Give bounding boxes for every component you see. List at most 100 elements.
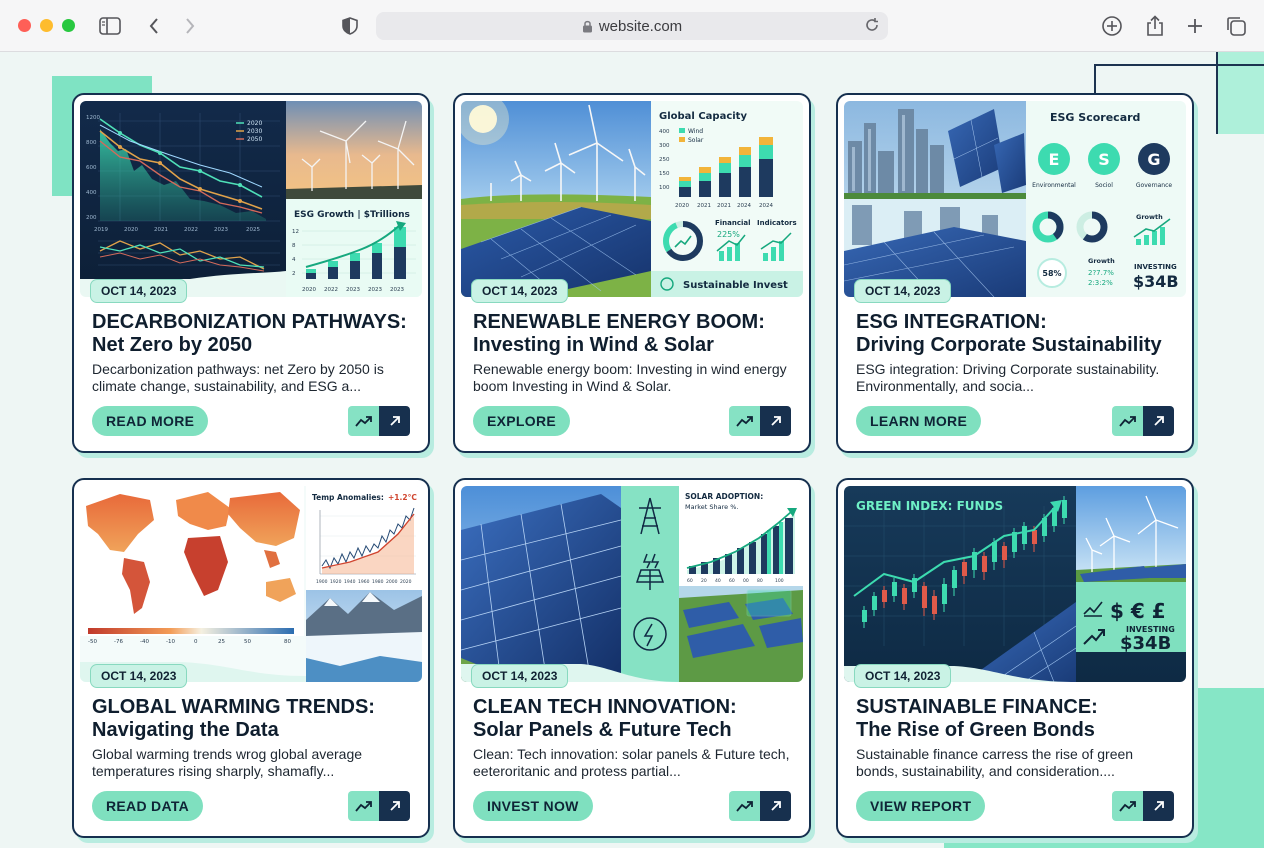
title-line: ESG INTEGRATION: [856,311,1047,333]
trending-up-icon[interactable] [1112,791,1143,821]
indicator-value: 225% [717,230,740,239]
card-title[interactable]: ESG INTEGRATION: Driving Corporate Susta… [856,311,1186,357]
axis-tick: 2000 [386,579,398,585]
svg-text:300: 300 [659,143,670,149]
svg-text:2: 2 [292,271,296,277]
card-image: 2020 2030 2050 1200 800 600 400 200 2019 202… [80,101,422,297]
card-image: -50 -76 -40 -10 0 25 50 80 Temp Anomalie… [80,486,422,682]
svg-text:1200: 1200 [86,115,100,121]
trending-up-icon[interactable] [729,406,760,436]
card-excerpt: ESG integration: Driving Corporate susta… [856,361,1160,394]
panel-footer: Sustainable Invest [683,280,788,291]
external-link-icon[interactable] [1143,791,1174,821]
date-badge: OCT 14, 2023 [471,664,569,688]
chart-title: GREEN INDEX: FUNDS [856,499,1003,513]
axis-tick: 2023 [346,287,360,293]
trending-up-icon[interactable] [729,791,760,821]
panel-title: ESG Scorecard [1050,111,1140,124]
svg-text:200: 200 [86,215,97,221]
reload-icon[interactable] [864,17,880,37]
svg-text:250: 250 [659,157,670,163]
esg-label: Environmental [1032,182,1076,189]
read-data-button[interactable]: READ DATA [92,791,204,821]
title-line: Navigating the Data [92,719,279,741]
explore-button[interactable]: EXPLORE [473,406,571,436]
axis-tick: 2025 [246,227,260,233]
shield-icon[interactable] [338,14,362,38]
card-excerpt: Clean: Tech innovation: solar panels & F… [473,746,790,779]
external-link-icon[interactable] [379,406,410,436]
article-card[interactable]: 2020 2030 2050 1200 800 600 400 200 2019 202… [72,93,430,453]
card-actions [348,791,410,821]
title-line: The Rise of Green Bonds [856,719,1095,741]
investing-amount: $34B [1120,633,1171,654]
external-link-icon[interactable] [760,791,791,821]
view-report-button[interactable]: VIEW REPORT [856,791,986,821]
invest-now-button[interactable]: INVEST NOW [473,791,593,821]
download-icon[interactable] [1100,14,1124,38]
card-excerpt: Renewable energy boom: Investing in wind… [473,361,787,394]
new-tab-icon[interactable] [1183,14,1207,38]
axis-tick: 2022 [324,287,338,293]
url-text: website.com [598,17,683,35]
card-actions [1112,791,1174,821]
date-badge: OCT 14, 2023 [90,664,188,688]
learn-more-button[interactable]: LEARN MORE [856,406,982,436]
axis-tick: 2024 [759,203,773,209]
card-title[interactable]: CLEAN TECH INNOVATION: Solar Panels & Fu… [473,696,803,742]
external-link-icon[interactable] [1143,406,1174,436]
trending-up-icon[interactable] [348,791,379,821]
axis-tick: 100 [775,578,784,584]
axis-tick: 20 [701,578,707,584]
share-icon[interactable] [1143,14,1167,38]
title-line: Solar Panels & Future Tech [473,719,732,741]
maximize-window-button[interactable] [62,19,75,32]
title-line: RENEWABLE ENERGY BOOM: [473,311,765,333]
chart-title: SOLAR ADOPTION: [685,492,763,501]
card-actions [729,791,791,821]
minimize-window-button[interactable] [40,19,53,32]
article-card[interactable]: GREEN INDEX: FUNDS $ € £ INVESTING $34B … [836,478,1194,838]
close-window-button[interactable] [18,19,31,32]
scale-tick: -76 [114,639,123,645]
title-line: Net Zero by 2050 [92,334,253,356]
scale-tick: 0 [194,639,198,645]
article-card[interactable]: ESG Scorecard E S G Environmental Sociol… [836,93,1194,453]
sidebar-icon[interactable] [98,14,122,38]
esg-letter: S [1098,150,1110,169]
legend-label: 2050 [247,136,262,143]
tabs-icon[interactable] [1224,14,1248,38]
article-card[interactable]: SOLAR ADOPTION: Market Share %. 60 20 40… [453,478,811,838]
article-card[interactable]: Global Capacity Wind Solar 400 300 250 150 1… [453,93,811,453]
external-link-icon[interactable] [379,791,410,821]
card-title[interactable]: DECARBONIZATION PATHWAYS: Net Zero by 20… [92,311,422,357]
back-icon[interactable] [142,14,166,38]
card-title[interactable]: RENEWABLE ENERGY BOOM: Investing in Wind… [473,311,803,357]
card-title[interactable]: SUSTAINABLE FINANCE: The Rise of Green B… [856,696,1186,742]
axis-tick: 1900 [316,579,328,585]
read-more-button[interactable]: READ MORE [92,406,209,436]
scale-tick: 80 [284,639,291,645]
axis-tick: 2020 [400,579,412,585]
address-bar[interactable]: website.com [376,12,888,40]
axis-tick: 2020 [302,287,316,293]
svg-text:800: 800 [86,140,97,146]
growth-label: Growth [1088,257,1115,265]
title-line: CLEAN TECH INNOVATION: [473,696,737,718]
axis-tick: 2019 [94,227,108,233]
axis-tick: 2020 [124,227,138,233]
axis-tick: 2022 [184,227,198,233]
svg-text:100: 100 [659,185,670,191]
axis-tick: 1980 [372,579,384,585]
trending-up-icon[interactable] [348,406,379,436]
date-badge: OCT 14, 2023 [471,279,569,303]
forward-icon[interactable] [178,14,202,38]
legend-label: 2020 [247,120,262,127]
panel-title: Global Capacity [659,111,747,122]
legend-label: Solar [688,137,704,144]
title-line: Investing in Wind & Solar [473,334,714,356]
trending-up-icon[interactable] [1112,406,1143,436]
article-card[interactable]: -50 -76 -40 -10 0 25 50 80 Temp Anomalie… [72,478,430,838]
external-link-icon[interactable] [760,406,791,436]
card-title[interactable]: GLOBAL WARMING TRENDS: Navigating the Da… [92,696,422,742]
